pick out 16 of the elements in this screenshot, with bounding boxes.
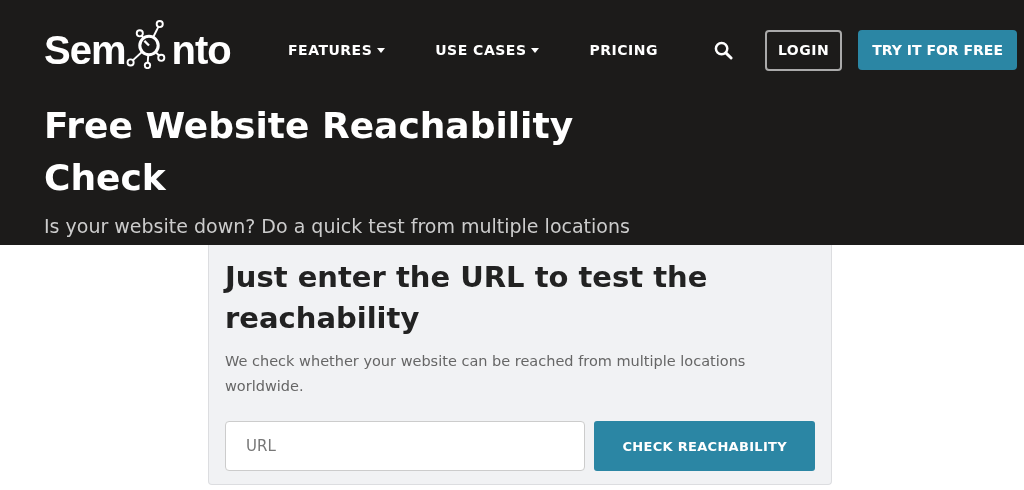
logo-text[interactable]: nto (171, 30, 231, 70)
nav-link[interactable]: USE CASES (435, 42, 540, 58)
url-input-field[interactable]: URL (225, 421, 586, 471)
login-button[interactable]: LOGIN (764, 29, 843, 71)
nav-link[interactable]: PRICING (589, 42, 658, 58)
logo-text[interactable]: Sem (44, 30, 126, 70)
page-title: Free Website Reachability Check (44, 104, 575, 200)
try-free-button[interactable]: TRY IT FOR FREE (858, 30, 1017, 70)
page-subtitle: Is your website down? Do a quick test from multiple locations (44, 214, 631, 238)
card-description: We check whether your website can be reached from multiple locations worldwide. (225, 352, 747, 396)
check-reachability-button[interactable]: CHECK REACHABILITY (594, 421, 815, 471)
caret-icon (377, 47, 386, 53)
nav-link[interactable]: FEATURES (288, 42, 386, 58)
search-icon[interactable] (713, 40, 733, 60)
caret-icon (531, 47, 540, 53)
card-heading: Just enter the URL to test the reachability (225, 259, 709, 337)
